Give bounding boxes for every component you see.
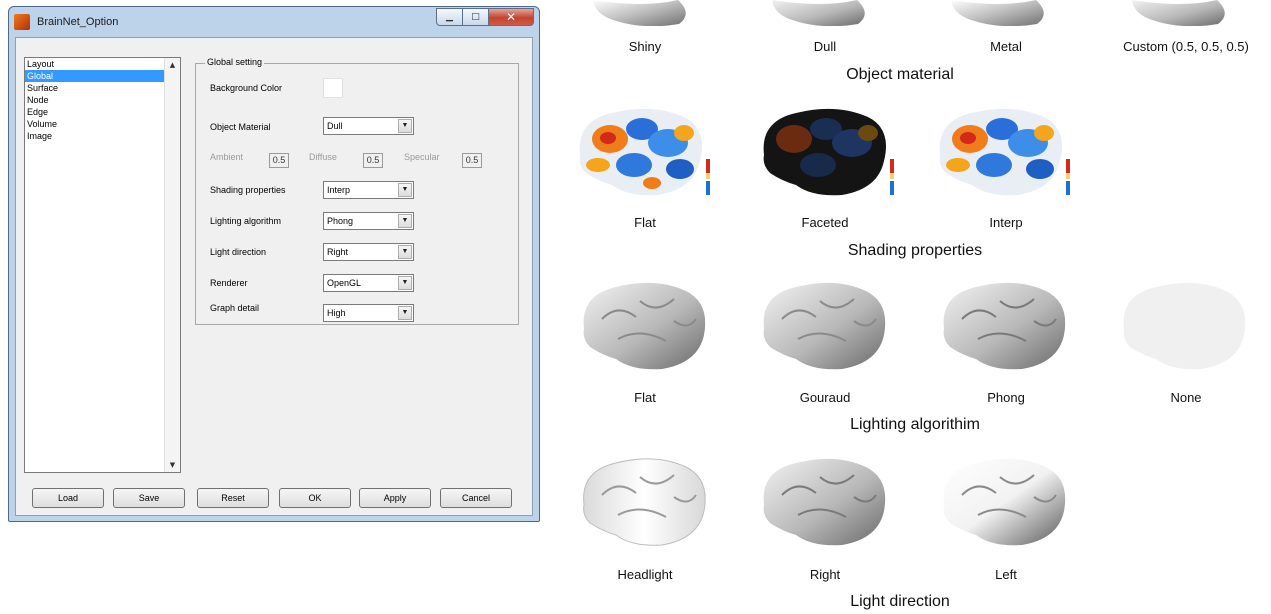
light-direction-select[interactable]: Right ▼	[323, 243, 414, 261]
lighting-algorithm-label: Lighting algorithm	[210, 216, 282, 226]
caption-interp: Interp	[989, 215, 1023, 230]
dropdown-arrow-icon: ▼	[398, 119, 412, 133]
list-item-global[interactable]: Global	[25, 70, 164, 82]
list-item-volume[interactable]: Volume	[25, 118, 164, 130]
category-listbox[interactable]: Layout Global Surface Node Edge Volume I…	[24, 57, 181, 473]
apply-button[interactable]: Apply	[359, 488, 431, 508]
maximize-button[interactable]: □	[463, 8, 489, 26]
object-material-select[interactable]: Dull ▼	[323, 117, 414, 135]
caption-custom: Custom (0.5, 0.5, 0.5)	[1123, 39, 1249, 54]
object-material-value: Dull	[327, 121, 343, 131]
caption-right: Right	[809, 567, 841, 582]
graph-detail-label: Graph detail	[210, 303, 260, 313]
caption-dull: Dull	[813, 39, 837, 54]
matlab-app-icon	[14, 14, 30, 30]
list-item-surface[interactable]: Surface	[25, 82, 164, 94]
caption-left: Left	[995, 567, 1017, 582]
brain-dull-image	[772, 0, 865, 26]
caption-gouraud: Gouraud	[799, 390, 851, 405]
brain-gouraud-image	[763, 282, 886, 370]
dialog-client-area: Layout Global Surface Node Edge Volume I…	[15, 37, 533, 516]
dropdown-arrow-icon: ▼	[398, 245, 412, 259]
shading-properties-label: Shading properties	[210, 185, 286, 195]
renderer-select[interactable]: OpenGL ▼	[323, 274, 414, 292]
reset-button[interactable]: Reset	[197, 488, 269, 508]
caption-flat-shading: Flat	[634, 215, 656, 230]
brain-none-lighting-image	[1123, 282, 1246, 370]
section-title-shading-properties: Shading properties	[847, 242, 983, 259]
shading-properties-select[interactable]: Interp ▼	[323, 181, 414, 199]
brain-phong-image	[943, 282, 1066, 370]
cancel-button[interactable]: Cancel	[440, 488, 512, 508]
maximize-icon: □	[471, 12, 480, 22]
lighting-algorithm-value: Phong	[327, 216, 354, 226]
dropdown-arrow-icon: ▼	[398, 306, 412, 320]
shading-properties-value: Interp	[327, 185, 351, 195]
specular-label: Specular	[404, 152, 440, 162]
section-title-light-direction: Light direction	[850, 593, 950, 610]
dropdown-arrow-icon: ▼	[398, 214, 412, 228]
diffuse-label: Diffuse	[309, 152, 337, 162]
caption-headlight: Headlight	[617, 567, 673, 582]
graph-detail-value: High	[327, 308, 346, 318]
caption-flat-lighting: Flat	[634, 390, 656, 405]
listbox-scrollbar[interactable]: ▲ ▼	[164, 58, 180, 472]
background-color-label: Background Color	[210, 83, 283, 93]
section-title-lighting-algorithm: Lighting algorithim	[850, 416, 980, 433]
dropdown-arrow-icon: ▼	[398, 183, 412, 197]
object-material-label: Object Material	[210, 122, 271, 132]
list-item-edge[interactable]: Edge	[25, 106, 164, 118]
specular-field[interactable]: 0.5	[462, 153, 482, 168]
brain-flat-lighting-image	[583, 282, 706, 370]
title-bar[interactable]: BrainNet_Option ▁ □ ✕	[9, 7, 539, 37]
list-item-image[interactable]: Image	[25, 130, 164, 142]
brain-metal-image	[951, 0, 1044, 26]
background-color-swatch[interactable]	[323, 78, 343, 98]
options-window: BrainNet_Option ▁ □ ✕ Layout Global Surf…	[8, 6, 540, 522]
scroll-down-arrow-icon[interactable]: ▼	[165, 458, 180, 472]
caption-faceted: Faceted	[801, 215, 849, 230]
brain-left-light-image	[943, 458, 1066, 546]
load-button[interactable]: Load	[32, 488, 104, 508]
window-title: BrainNet_Option	[37, 16, 119, 28]
dropdown-arrow-icon: ▼	[398, 276, 412, 290]
brain-shiny-image	[593, 0, 686, 26]
brain-interp-shading-image	[939, 108, 1070, 196]
caption-shiny: Shiny	[628, 39, 662, 54]
global-setting-group-label: Global setting	[205, 57, 265, 67]
minimize-button[interactable]: ▁	[436, 8, 463, 26]
ambient-field[interactable]: 0.5	[269, 153, 289, 168]
brain-faceted-shading-image	[763, 108, 894, 196]
list-item-layout[interactable]: Layout	[25, 58, 164, 70]
graph-detail-select[interactable]: High ▼	[323, 304, 414, 322]
section-title-object-material: Object material	[846, 66, 954, 83]
close-button[interactable]: ✕	[489, 8, 534, 26]
close-icon: ✕	[505, 10, 517, 24]
list-item-node[interactable]: Node	[25, 94, 164, 106]
ambient-label: Ambient	[210, 152, 244, 162]
diffuse-field[interactable]: 0.5	[363, 153, 383, 168]
caption-metal: Metal	[990, 39, 1022, 54]
renderer-label: Renderer	[210, 278, 248, 288]
renderer-value: OpenGL	[327, 278, 362, 288]
light-direction-value: Right	[327, 247, 349, 257]
minimize-icon: ▁	[446, 12, 453, 22]
ok-button[interactable]: OK	[279, 488, 351, 508]
brain-headlight-image	[583, 458, 706, 546]
brain-custom-image	[1132, 0, 1225, 26]
scroll-up-arrow-icon[interactable]: ▲	[165, 58, 180, 72]
lighting-algorithm-select[interactable]: Phong ▼	[323, 212, 414, 230]
caption-phong: Phong	[987, 390, 1025, 405]
light-direction-label: Light direction	[210, 247, 267, 257]
brain-flat-shading-image	[579, 108, 710, 196]
brain-right-light-image	[763, 458, 886, 546]
save-button[interactable]: Save	[113, 488, 185, 508]
caption-none: None	[1170, 390, 1202, 405]
